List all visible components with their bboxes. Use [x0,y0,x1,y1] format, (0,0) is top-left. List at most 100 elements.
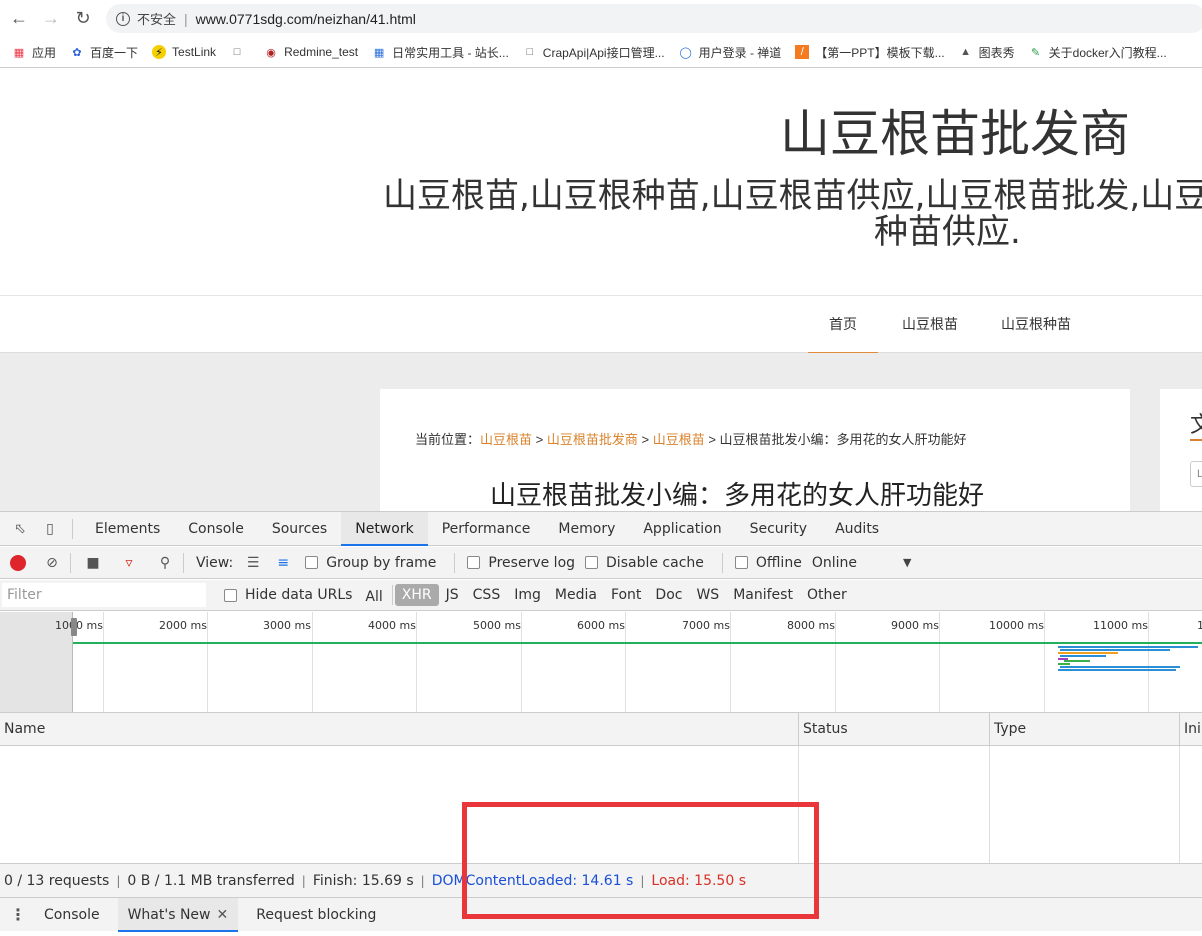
reload-icon[interactable]: ↻ [70,6,96,32]
filter-input[interactable]: Filter [2,583,206,607]
nav-shandougen-miao[interactable]: 山豆根苗 [895,296,965,354]
drawer-tab-whats-new[interactable]: What's New ✕ [117,897,239,932]
column-header-type[interactable]: Type [990,713,1180,746]
inspect-element-icon[interactable]: ⬁ [10,519,30,539]
toolbar-divider [70,552,71,573]
column-header-initiator[interactable]: Ini [1180,713,1202,746]
filter-type-all[interactable]: All [358,586,389,608]
filter-type-font[interactable]: Font [604,584,648,606]
bookmark-redmine[interactable]: ◉ Redmine_test [264,45,358,59]
table-header: Name Status Type Ini [0,713,1202,746]
device-toolbar-icon[interactable]: ▯ [40,519,60,539]
overview-gridline [312,612,313,712]
security-label[interactable]: 不安全 [137,9,176,28]
nav-shandougen-zhongmiao[interactable]: 山豆根种苗 [992,296,1080,354]
overview-gridline [207,612,208,712]
tab-console[interactable]: Console [174,512,258,546]
overview-tick-label: 3000 ms [263,619,311,632]
overview-tick-label: 2000 ms [159,619,207,632]
overview-request-bar [1064,660,1090,662]
site-subtitle-line2: 种苗供应. [874,212,1021,252]
drawer-tab-console[interactable]: Console [34,898,110,932]
overview-request-bar [1058,652,1118,654]
filter-type-js[interactable]: JS [439,584,466,606]
disable-cache-checkbox[interactable]: Disable cache [585,555,704,571]
search-icon[interactable]: ⚲ [155,553,175,573]
tab-elements[interactable]: Elements [81,512,174,546]
filter-type-xhr[interactable]: XHR [394,584,439,606]
filter-funnel-icon[interactable]: ▿ [119,553,139,573]
clear-icon[interactable]: ⊘ [42,553,62,573]
devtools-tabbar: ⬁ ▯ Elements Console Sources Network Per… [0,511,1202,546]
tab-network[interactable]: Network [341,511,428,546]
forward-arrow-icon[interactable]: → [38,6,64,32]
bookmark-tools[interactable]: ▦ 日常实用工具 - 站长... [372,44,509,61]
bookmark-docker[interactable]: ✎ 关于docker入门教程... [1029,44,1167,61]
filter-type-doc[interactable]: Doc [648,584,689,606]
tab-performance[interactable]: Performance [428,512,545,546]
site-title: 山豆根苗批发商 [780,105,1130,163]
filter-type-manifest[interactable]: Manifest [726,584,800,606]
column-header-status[interactable]: Status [799,713,990,746]
article-panel: 当前位置：山豆根苗 > 山豆根苗批发商 > 山豆根苗 > 山豆根苗批发小编：多用… [380,389,1130,511]
group-by-frame-box[interactable] [305,556,319,569]
disable-cache-box[interactable] [585,556,599,569]
throttle-dropdown-icon[interactable]: ▼ [903,556,911,569]
preserve-log-checkbox[interactable]: Preserve log [467,555,575,571]
nav-home[interactable]: 首页 [808,296,878,354]
bookmark-blank[interactable]: □ [230,45,250,59]
overview-request-bar [1060,655,1106,657]
toolbar-divider [454,552,456,573]
close-icon[interactable]: ✕ [217,907,229,923]
tab-memory[interactable]: Memory [544,512,629,546]
large-rows-icon[interactable]: ☰ [243,553,263,573]
breadcrumb-link-2[interactable]: 山豆根苗批发商 [547,432,638,447]
bookmark-testlink[interactable]: ⚡ TestLink [152,45,216,59]
overview-left-handle[interactable] [71,618,77,636]
filter-type-ws[interactable]: WS [689,584,726,606]
hide-data-urls-box[interactable] [224,588,237,602]
offline-box[interactable] [734,556,748,569]
bookmarks-bar: ▦ 应用 ✿ 百度一下 ⚡ TestLink □ ◉ Redmine_test … [0,37,1202,68]
record-icon[interactable] [10,554,26,571]
screenshot-camera-icon[interactable]: ■ [83,553,103,573]
drawer-tab-request-blocking[interactable]: Request blocking [246,898,386,932]
offline-checkbox[interactable]: Offline [734,555,802,571]
network-overview-timeline[interactable]: 1000 ms 2000 ms 3000 ms 4000 ms 5000 ms … [0,612,1202,713]
group-by-frame-checkbox[interactable]: Group by frame [305,555,436,571]
filter-type-img[interactable]: Img [507,584,548,606]
throttle-select[interactable]: Online [812,555,857,571]
column-header-name[interactable]: Name [0,713,799,746]
redmine-icon: ◉ [266,46,276,59]
tab-application[interactable]: Application [629,512,735,546]
bookmark-zentao[interactable]: ◯ 用户登录 - 禅道 [679,44,781,61]
sidebar-search-input[interactable]: L [1190,461,1202,487]
breadcrumb-link-3[interactable]: 山豆根苗 [653,432,705,447]
bookmark-tubiaoxiu[interactable]: ▲ 图表秀 [959,44,1014,61]
bookmark-baidu[interactable]: ✿ 百度一下 [70,44,138,61]
hide-data-urls-checkbox[interactable]: Hide data URLs [224,587,352,603]
url-text[interactable]: www.0771sdg.com/neizhan/41.html [196,11,416,27]
info-icon[interactable]: i [116,11,130,26]
toolbar-divider [183,552,184,573]
bookmark-ppt[interactable]: / 【第一PPT】模板下载... [795,44,945,61]
back-arrow-icon[interactable]: ← [6,6,32,32]
address-bar[interactable]: i 不安全 | www.0771sdg.com/neizhan/41.html [106,4,1202,33]
bookmark-apps[interactable]: ▦ 应用 [12,44,56,61]
tab-security[interactable]: Security [736,512,822,546]
filter-type-css[interactable]: CSS [466,584,508,606]
filter-type-media[interactable]: Media [548,584,604,606]
filter-type-other[interactable]: Other [800,584,854,606]
waterfall-icon[interactable]: ≡ [273,553,293,573]
tab-audits[interactable]: Audits [821,512,893,546]
toolbar-divider [721,552,723,573]
page-icon: □ [526,46,534,58]
preserve-log-box[interactable] [467,556,481,569]
overview-tick-label: 11000 ms [1093,619,1148,632]
drawer-menu-icon[interactable]: ⋮ [10,905,26,924]
bookmark-crapapi[interactable]: □ CrapApi|Api接口管理... [523,44,664,61]
tab-sources[interactable]: Sources [258,512,341,546]
article-title: 山豆根苗批发小编：多用花的女人肝功能好 [490,481,985,511]
breadcrumb-link-1[interactable]: 山豆根苗 [480,432,532,447]
overview-tick-label: 10000 ms [989,619,1044,632]
